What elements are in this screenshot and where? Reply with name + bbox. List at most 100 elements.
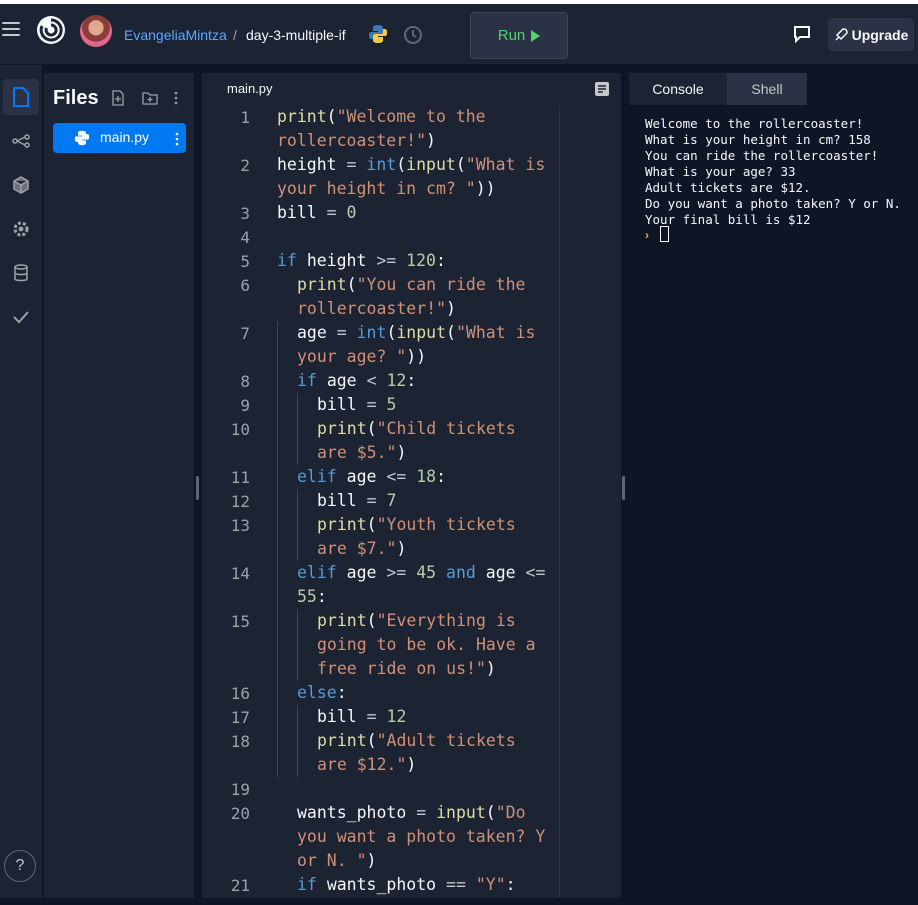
code-line[interactable]: bill = 0 [277, 201, 356, 225]
code-line[interactable]: print("Child tickets [317, 417, 516, 441]
code-line[interactable]: bill = 7 [317, 489, 396, 513]
packages-rail-button[interactable] [3, 167, 39, 203]
code-token: "What is [465, 155, 546, 174]
code-token: age [485, 563, 526, 582]
code-token: ( [366, 731, 377, 750]
code-token: ) [446, 299, 456, 318]
code-token: int [366, 155, 397, 174]
code-line[interactable]: are $12.") [317, 753, 416, 777]
line-number: 18 [230, 732, 250, 751]
code-token: print [277, 107, 327, 126]
breadcrumb-repl-name[interactable]: day-3-multiple-if [246, 27, 346, 43]
code-token: age [326, 371, 367, 390]
panel-resize-handle-left[interactable] [196, 476, 199, 500]
code-token: rollercoaster!" [277, 131, 427, 150]
files-rail-button[interactable] [3, 79, 39, 115]
breadcrumb-username[interactable]: EvangeliaMintza [124, 27, 227, 43]
code-token: ( [366, 611, 377, 630]
code-line[interactable]: if age < 12: [297, 369, 416, 393]
upgrade-label: Upgrade [851, 26, 909, 43]
code-token: bill [317, 707, 367, 726]
code-line[interactable]: elif age >= 45 and age <= [297, 561, 545, 585]
run-button[interactable]: Run [470, 12, 568, 59]
chat-icon[interactable] [793, 25, 811, 43]
code-line[interactable]: if height >= 120: [277, 249, 446, 273]
help-button[interactable]: ? [4, 850, 36, 882]
code-token: and [446, 563, 486, 582]
tab-console[interactable]: Console [629, 73, 727, 105]
branch-icon [12, 134, 30, 148]
add-folder-icon[interactable] [142, 90, 158, 106]
add-file-icon[interactable] [110, 90, 126, 106]
hamburger-menu-icon[interactable] [2, 22, 20, 38]
code-token: : [336, 683, 347, 702]
history-icon[interactable] [402, 24, 424, 46]
more-options-icon[interactable] [168, 90, 184, 106]
upgrade-button[interactable]: Upgrade [828, 18, 914, 51]
code-line[interactable]: or N. ") [297, 849, 376, 873]
breadcrumb-separator: / [233, 27, 237, 43]
editor-menu-icon[interactable] [594, 81, 610, 97]
avatar[interactable] [80, 15, 112, 47]
version-control-rail-button[interactable] [3, 123, 39, 159]
console-line: What is your height in cm? 158 [645, 132, 871, 147]
console-cursor[interactable] [660, 226, 669, 242]
code-line[interactable]: elif age <= 18: [297, 465, 446, 489]
editor-tab-main-py[interactable]: main.py [227, 81, 273, 96]
code-line[interactable]: else: [297, 681, 347, 705]
file-more-options-icon[interactable] [169, 131, 185, 147]
code-line[interactable]: print("Welcome to the [277, 105, 486, 129]
code-line[interactable]: rollercoaster!") [297, 297, 456, 321]
replit-logo-icon[interactable] [36, 15, 66, 45]
console-panel-lower [628, 641, 918, 905]
code-line[interactable]: are $5.") [317, 441, 406, 465]
console-line: Welcome to the rollercoaster! [645, 116, 864, 131]
tab-shell[interactable]: Shell [727, 73, 807, 105]
line-number: 12 [230, 492, 250, 511]
indent-guide [277, 321, 278, 777]
code-line[interactable]: wants_photo = input("Do [297, 801, 526, 825]
code-token: 45 [416, 563, 447, 582]
code-line[interactable]: if wants_photo == "Y": [297, 873, 516, 897]
code-line[interactable]: free ride on us!") [317, 657, 496, 681]
code-line[interactable]: you want a photo taken? Y [297, 825, 545, 849]
code-token: ( [446, 323, 456, 342]
code-token: "Everything is [376, 611, 516, 630]
code-token: ( [455, 155, 466, 174]
console-line: You can ride the rollercoaster! [645, 148, 879, 163]
line-number: 14 [230, 564, 250, 583]
code-line[interactable]: age = int(input("What is [297, 321, 535, 345]
panel-resize-handle-right[interactable] [622, 476, 625, 500]
code-line[interactable]: print("You can ride the [297, 273, 526, 297]
code-token: "Welcome to the [336, 107, 486, 126]
line-number: 6 [240, 276, 250, 295]
code-line[interactable]: bill = 12 [317, 705, 406, 729]
unit-tests-rail-button[interactable] [3, 299, 39, 335]
database-rail-button[interactable] [3, 255, 39, 291]
code-line[interactable]: height = int(input("What is [277, 153, 545, 177]
python-file-icon [74, 130, 90, 146]
line-number: 19 [230, 780, 250, 799]
gear-icon [13, 221, 29, 237]
code-line[interactable]: 55: [297, 585, 327, 609]
code-token: print [317, 611, 367, 630]
code-line[interactable]: print("Adult tickets [317, 729, 516, 753]
code-line[interactable]: rollercoaster!") [277, 129, 436, 153]
line-number: 20 [230, 804, 250, 823]
code-line[interactable]: print("Everything is [317, 609, 516, 633]
code-line[interactable]: bill = 5 [317, 393, 396, 417]
checkmark-icon [13, 311, 29, 324]
code-wrap-guide [559, 105, 560, 905]
code-line[interactable]: print("Youth tickets [317, 513, 516, 537]
settings-rail-button[interactable] [3, 211, 39, 247]
line-number: 17 [230, 708, 250, 727]
code-token: 120 [406, 251, 436, 270]
code-line[interactable]: are $7.") [317, 537, 406, 561]
code-token: print [317, 731, 367, 750]
code-line[interactable]: going to be ok. Have a [317, 633, 536, 657]
code-token: "You can ride the [356, 275, 526, 294]
code-token: "Do [495, 803, 526, 822]
line-number: 3 [240, 204, 250, 223]
code-line[interactable]: your age? ")) [297, 345, 426, 369]
code-line[interactable]: your height in cm? ")) [277, 177, 496, 201]
